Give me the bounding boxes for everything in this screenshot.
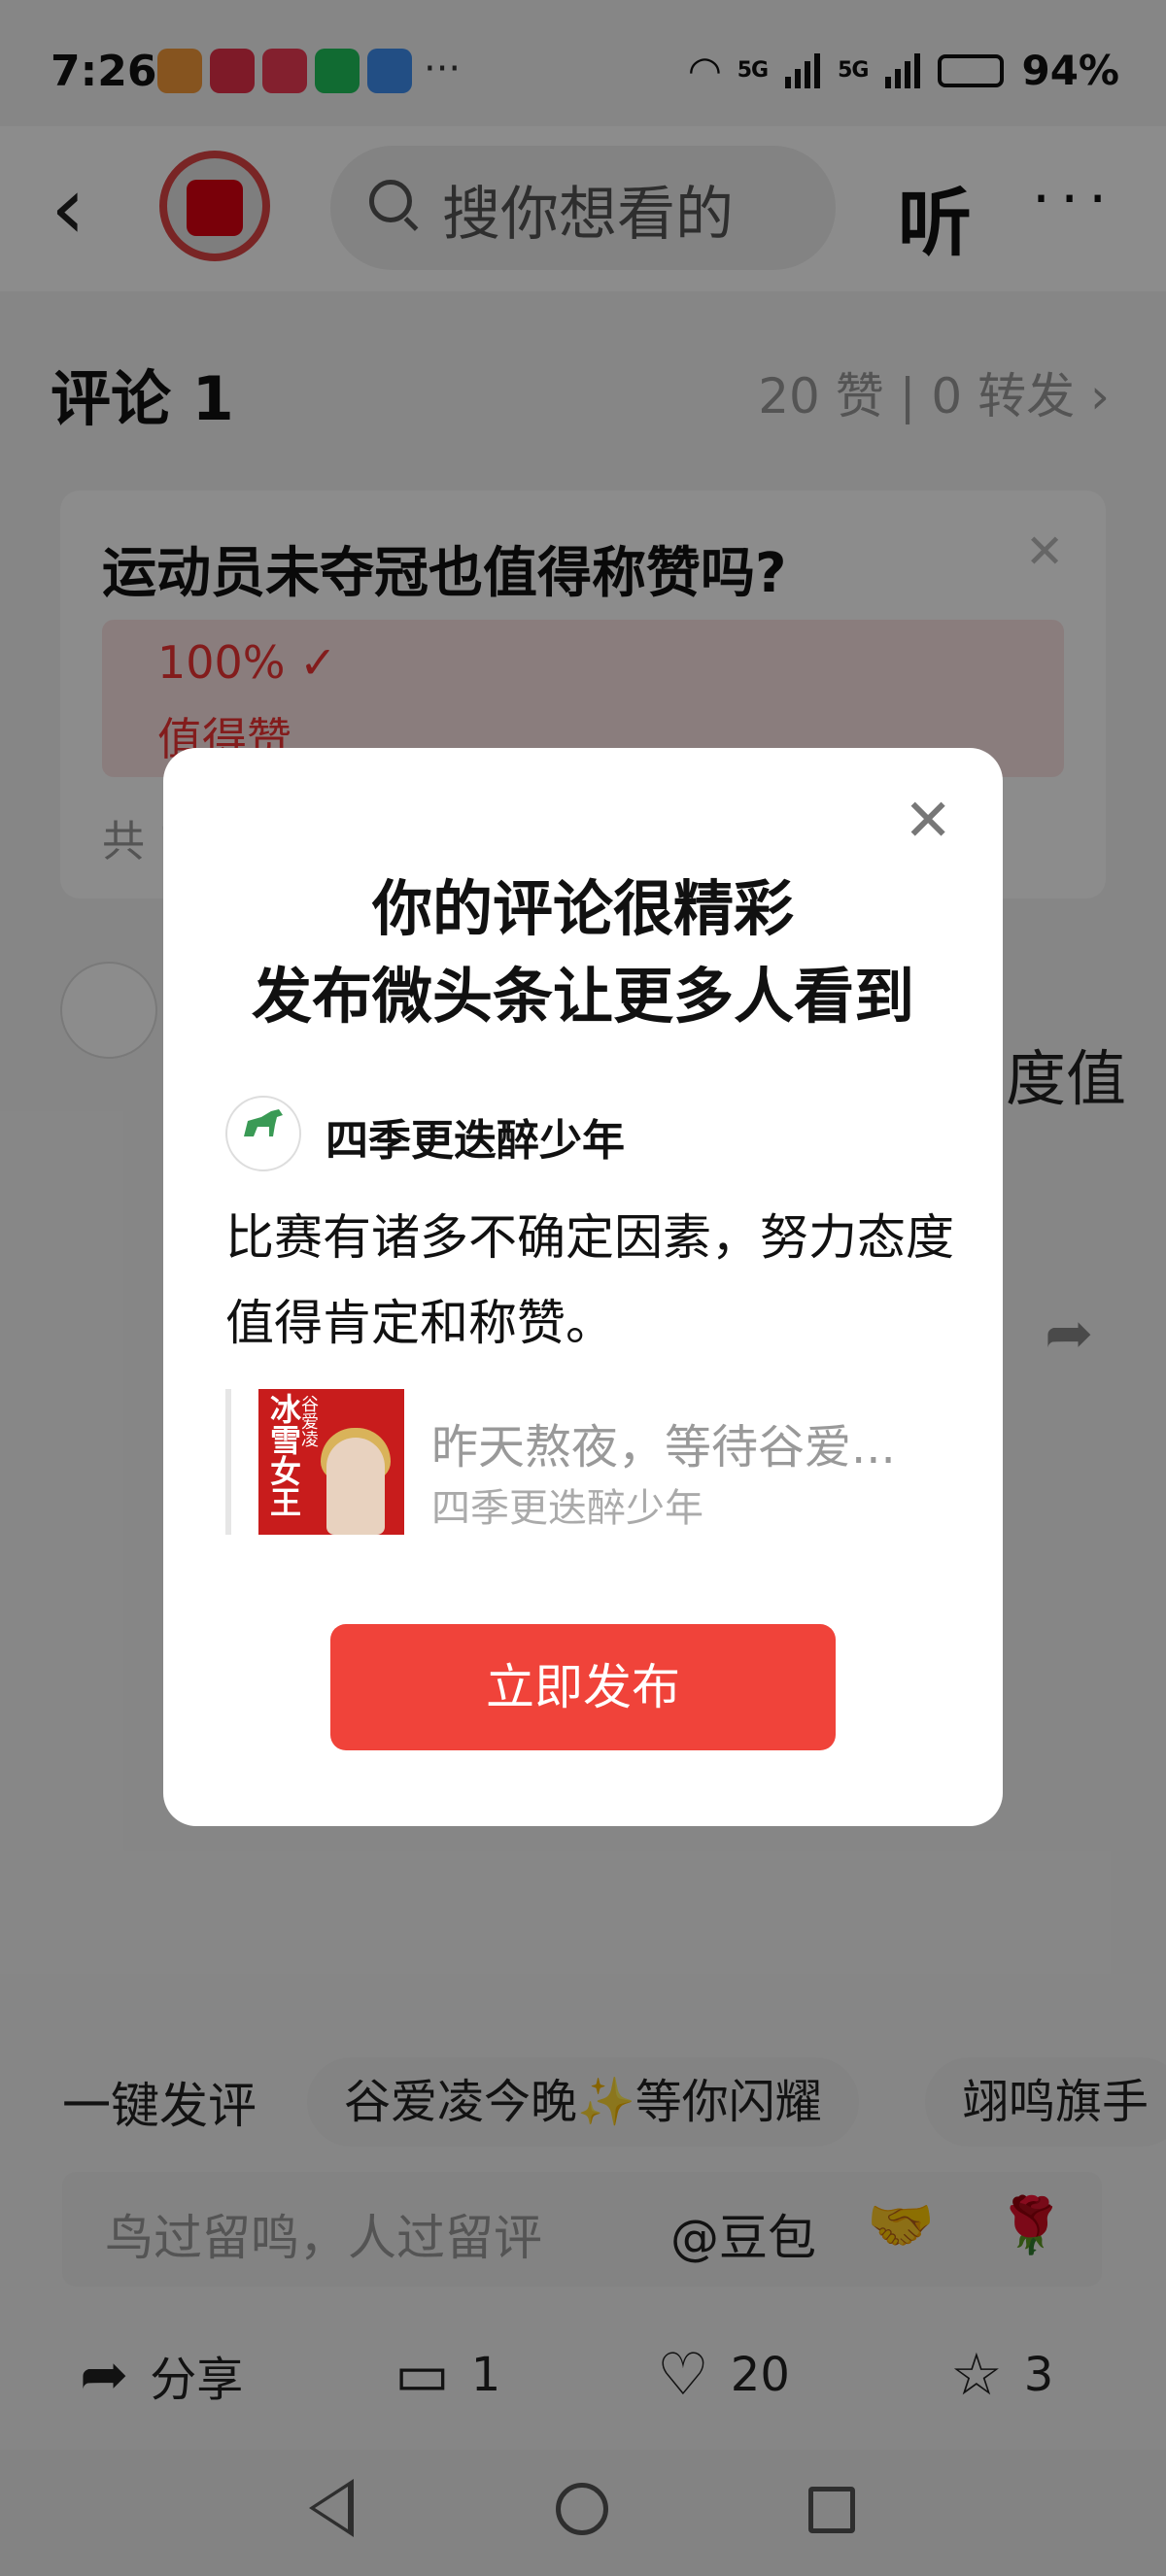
article-thumbnail: 冰雪女王 谷爱凌 [258,1389,404,1535]
dialog-title: 你的评论很精彩 [371,873,794,944]
quoted-article-author: 四季更迭醉少年 [431,1486,703,1531]
dim-overlay [0,0,1166,126]
author-name: 四季更迭醉少年 [326,1116,625,1166]
avatar [225,1096,301,1171]
thumbnail-person [326,1438,385,1535]
horse-icon [244,1109,283,1136]
dialog-subtitle: 发布微头条让更多人看到 [251,961,914,1032]
publish-button[interactable]: 立即发布 [330,1624,836,1750]
thumbnail-name: 谷爱凌 [298,1395,319,1447]
comment-body: 比赛有诸多不确定因素，努力态度值得肯定和称赞。 [225,1209,954,1351]
dim-overlay [0,2450,1166,2576]
quoted-article-title: 昨天熬夜，等待谷爱... [431,1420,896,1474]
quote-bar [225,1389,231,1535]
close-icon[interactable]: ✕ [904,792,952,850]
